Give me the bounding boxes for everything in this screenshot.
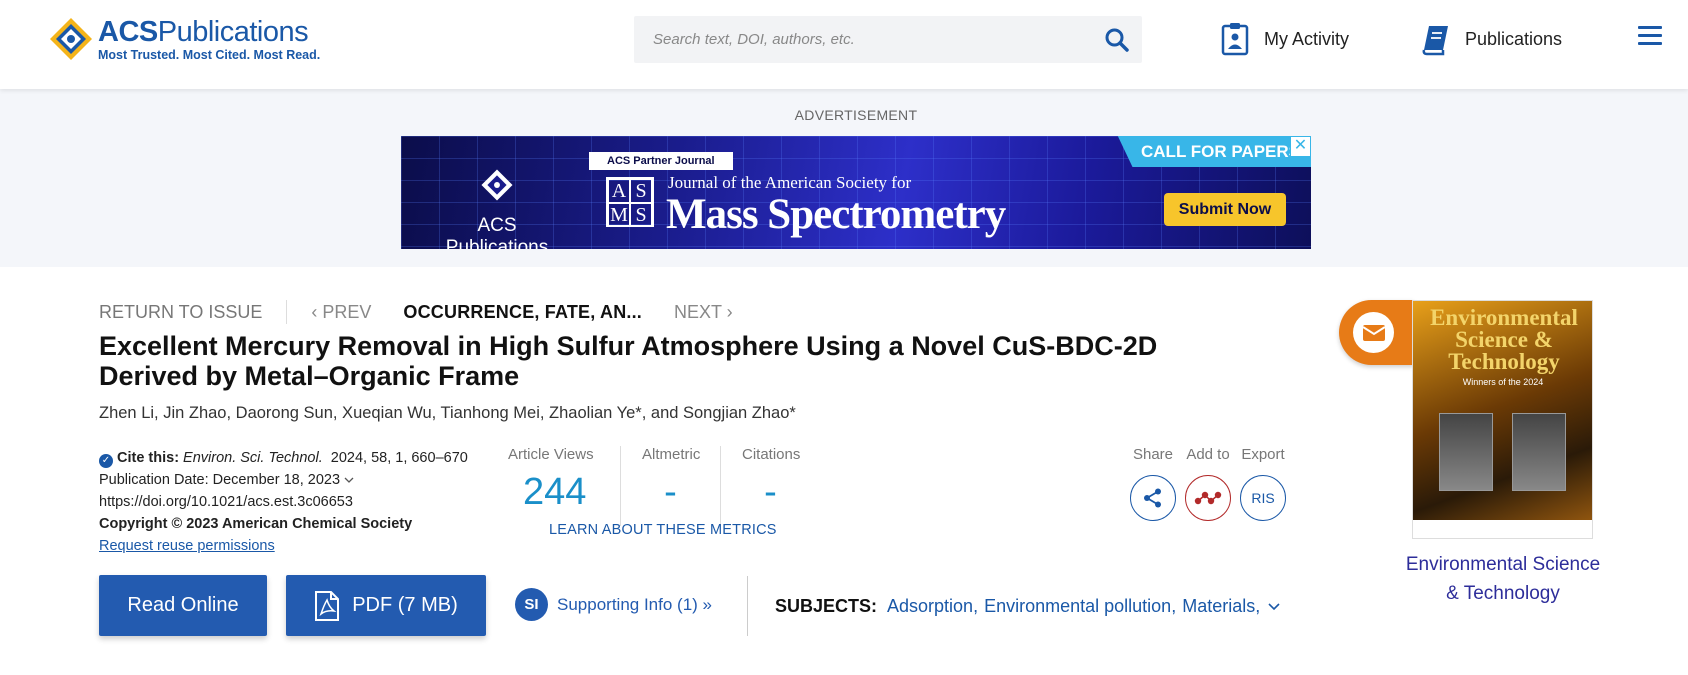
metric-altmetric[interactable]: Altmetric - <box>620 446 720 526</box>
tool-label: Share <box>1132 446 1174 463</box>
advertisement-area: ADVERTISEMENT ACS Publications ACS Partn… <box>0 89 1688 267</box>
molecule-icon[interactable] <box>1185 475 1231 521</box>
citation-block: ✓ Cite this: Environ. Sci. Technol. 2024, 5… <box>99 447 468 557</box>
ad-call-for-papers: CALL FOR PAPERS <box>1117 136 1311 167</box>
subjects-row: SUBJECTS: Adsorption, Environmental poll… <box>775 596 1280 617</box>
publication-date-row[interactable]: Publication Date: December 18, 2023 <box>99 469 468 491</box>
hamburger-menu-icon[interactable] <box>1638 26 1662 48</box>
asms-logo: AS MS <box>606 177 654 227</box>
read-online-button[interactable]: Read Online <box>99 575 267 636</box>
advertisement-label: ADVERTISEMENT <box>794 107 918 123</box>
metric-value: - <box>764 471 777 513</box>
metric-label: Citations <box>742 446 801 463</box>
envelope-icon <box>1353 312 1394 353</box>
next-link[interactable]: NEXT › <box>674 302 733 323</box>
ad-submit-button[interactable]: Submit Now <box>1164 193 1286 226</box>
chevron-down-icon[interactable] <box>1268 602 1280 611</box>
check-circle-icon: ✓ <box>99 454 113 468</box>
book-icon <box>1422 26 1448 56</box>
logo-wordmark: ACSPublications <box>98 15 309 48</box>
metric-citations[interactable]: Citations - <box>720 446 820 526</box>
pdf-download-button[interactable]: PDF (7 MB) <box>286 575 486 636</box>
cover-portrait <box>1439 413 1493 491</box>
journal-cover-image[interactable]: Environmental Science & Technology Winne… <box>1412 300 1593 539</box>
supporting-info-link[interactable]: SI Supporting Info (1) » <box>515 588 712 621</box>
metric-label: Altmetric <box>642 446 701 463</box>
metric-article-views: Article Views 244 <box>508 446 620 526</box>
subject-link[interactable]: Environmental pollution, <box>984 596 1176 617</box>
ad-publisher-name: ACS Publications <box>445 215 549 249</box>
cite-this-row[interactable]: ✓ Cite this: Environ. Sci. Technol. 2024, 5… <box>99 447 468 469</box>
ad-publisher: ACS Publications <box>427 168 567 249</box>
pdf-button-label: PDF (7 MB) <box>352 594 458 616</box>
metric-value: - <box>664 471 677 513</box>
nav-publications-label: Publications <box>1465 28 1563 49</box>
prev-link[interactable]: ‹ PREV <box>311 302 371 323</box>
search-icon[interactable] <box>1104 27 1130 53</box>
acs-diamond-icon <box>48 16 94 62</box>
journal-name-link[interactable]: Environmental Science & Technology <box>1389 550 1617 608</box>
chevron-down-icon <box>344 477 354 483</box>
current-section[interactable]: OCCURRENCE, FATE, AN... <box>403 302 642 323</box>
search-input[interactable] <box>634 16 1074 63</box>
tool-label: Add to <box>1186 446 1230 463</box>
article-metrics: Article Views 244 Altmetric - Citations … <box>508 446 820 526</box>
nav-my-activity-label: My Activity <box>1264 28 1350 49</box>
clipboard-icon <box>1221 23 1249 56</box>
si-badge: SI <box>515 588 548 621</box>
ad-banner[interactable]: ACS Publications ACS Partner Journal AS … <box>401 136 1311 249</box>
site-header: ACSPublications Most Trusted. Most Cited… <box>0 0 1688 89</box>
ris-export-button[interactable]: RIS <box>1240 475 1286 521</box>
copyright-text: Copyright © 2023 American Chemical Socie… <box>99 516 413 532</box>
publication-date: Publication Date: December 18, 2023 <box>99 472 341 488</box>
metric-label: Article Views <box>508 446 594 463</box>
cover-subtitle: Winners of the 2024 <box>1462 377 1544 387</box>
nav-publications[interactable]: Publications <box>1421 20 1562 58</box>
cite-journal: Environ. Sci. Technol. <box>183 450 323 466</box>
pdf-file-icon <box>315 590 340 621</box>
article-tools: Share Add to Export RIS <box>1126 446 1291 521</box>
divider <box>747 576 748 636</box>
ad-close-icon[interactable]: ✕ <box>1290 136 1311 157</box>
share-icon[interactable] <box>1130 475 1176 521</box>
article-title: Excellent Mercury Removal in High Sulfur… <box>99 331 1158 391</box>
cite-details: 2024, 58, 1, 660–670 <box>330 450 468 466</box>
tool-export: Export RIS <box>1236 446 1290 521</box>
request-reuse-link[interactable]: Request reuse permissions <box>99 538 275 554</box>
subjects-label: SUBJECTS: <box>775 596 878 616</box>
breadcrumb: RETURN TO ISSUE ‹ PREV OCCURRENCE, FATE,… <box>99 300 733 324</box>
learn-about-metrics-link[interactable]: LEARN ABOUT THESE METRICS <box>549 522 777 538</box>
ad-partner-tag: ACS Partner Journal <box>589 152 733 170</box>
tool-label: Export <box>1241 446 1285 463</box>
ad-journal-line2: Mass Spectrometry <box>666 191 1006 238</box>
supporting-info-label: Supporting Info (1) » <box>557 594 712 614</box>
breadcrumb-divider <box>286 300 288 324</box>
logo-tagline: Most Trusted. Most Cited. Most Read. <box>98 47 321 62</box>
acs-diamond-icon <box>481 169 513 201</box>
article-authors[interactable]: Zhen Li, Jin Zhao, Daorong Sun, Xueqian … <box>99 404 796 423</box>
subject-link[interactable]: Materials, <box>1182 596 1260 617</box>
cite-label: Cite this: <box>117 450 180 466</box>
doi-link[interactable]: https://doi.org/10.1021/acs.est.3c06653 <box>99 491 468 513</box>
tool-share: Share <box>1126 446 1180 521</box>
cover-footer <box>1413 520 1592 538</box>
cover-portrait <box>1512 413 1566 491</box>
subject-link[interactable]: Adsorption, <box>887 596 978 617</box>
return-to-issue-link[interactable]: RETURN TO ISSUE <box>99 302 262 323</box>
cover-title: Environmental Science & Technology <box>1430 305 1578 374</box>
search-bar <box>634 16 1142 63</box>
email-alert-button[interactable] <box>1339 300 1414 365</box>
nav-my-activity[interactable]: My Activity <box>1220 20 1349 58</box>
metric-value: 244 <box>523 471 587 513</box>
acs-logo[interactable]: ACSPublications Most Trusted. Most Cited… <box>48 16 320 62</box>
tool-add-to: Add to <box>1181 446 1235 521</box>
